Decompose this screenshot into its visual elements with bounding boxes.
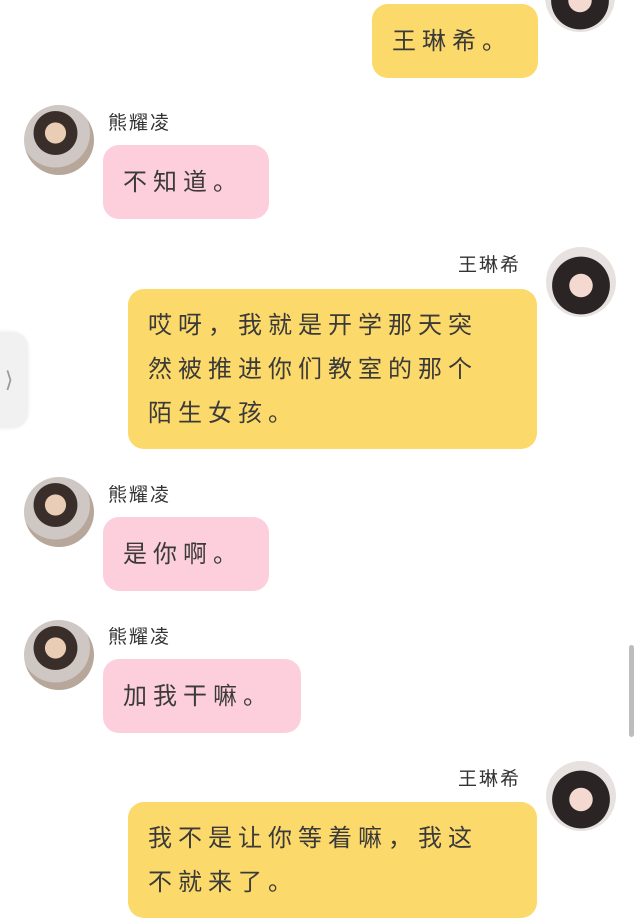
self-avatar[interactable]	[546, 247, 616, 317]
message-bubble-self[interactable]: 我不是让你等着嘛，我这 不就来了。	[128, 802, 537, 918]
message-text-line: 然被推进你们教室的那个	[148, 355, 478, 383]
sender-name: 熊耀凌	[108, 484, 172, 506]
message-text: 加我干嘛。	[123, 682, 273, 710]
message-bubble-self[interactable]: 王琳希。	[372, 4, 538, 78]
message-text: 王琳希。	[392, 27, 512, 55]
message-text-line: 不就来了。	[148, 868, 298, 896]
chevron-right-icon: ⟩	[4, 367, 14, 393]
message-text-line: 陌生女孩。	[148, 399, 298, 427]
sender-name: 王琳希	[458, 254, 522, 276]
sender-name: 王琳希	[458, 768, 522, 790]
partner-avatar[interactable]	[24, 105, 94, 175]
self-avatar[interactable]	[545, 0, 615, 32]
message-bubble-partner[interactable]: 不知道。	[103, 145, 269, 219]
side-panel-handle[interactable]: ⟩	[0, 332, 28, 428]
message-text: 是你啊。	[123, 540, 243, 568]
partner-avatar[interactable]	[24, 620, 94, 690]
self-avatar[interactable]	[546, 761, 616, 831]
sender-name: 熊耀凌	[108, 112, 172, 134]
message-bubble-self[interactable]: 哎呀，我就是开学那天突 然被推进你们教室的那个 陌生女孩。	[128, 289, 537, 449]
message-text-line: 哎呀，我就是开学那天突	[148, 311, 478, 339]
scrollbar-thumb[interactable]	[629, 645, 634, 737]
partner-avatar[interactable]	[24, 477, 94, 547]
sender-name: 熊耀凌	[108, 626, 172, 648]
message-bubble-partner[interactable]: 是你啊。	[103, 517, 269, 591]
message-bubble-partner[interactable]: 加我干嘛。	[103, 659, 301, 733]
message-text-line: 我不是让你等着嘛，我这	[148, 824, 478, 852]
message-text: 不知道。	[123, 168, 243, 196]
